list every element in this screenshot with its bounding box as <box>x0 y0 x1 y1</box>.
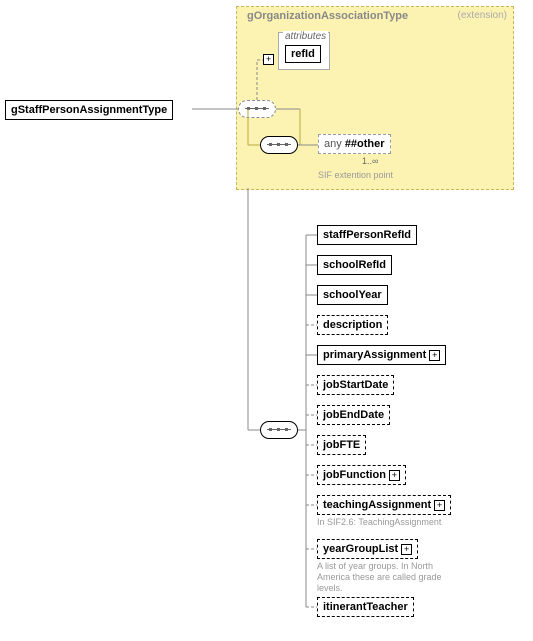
element-schoolYear: schoolYear <box>317 285 388 305</box>
root-type-label: gStaffPersonAssignmentType <box>11 104 167 116</box>
element-label: teachingAssignment <box>323 499 431 511</box>
element-label: schoolYear <box>323 289 382 301</box>
element-jobFunction: jobFunction+ <box>317 465 406 485</box>
element-jobStartDate: jobStartDate <box>317 375 394 395</box>
element-jobEndDate: jobEndDate <box>317 405 390 425</box>
element-schoolRefId: schoolRefId <box>317 255 392 275</box>
element-primaryAssignment: primaryAssignment+ <box>317 345 446 365</box>
attr-refid: refId <box>285 45 321 63</box>
element-label: description <box>323 319 382 331</box>
attributes-expand[interactable]: + <box>263 54 274 65</box>
element-label: itinerantTeacher <box>323 601 408 613</box>
any-ns: ##other <box>345 138 385 150</box>
seq-children <box>260 421 298 439</box>
any-note: SIF extention point <box>318 170 393 181</box>
extension-title: gOrganizationAssociationType <box>247 10 408 22</box>
seq-root <box>238 100 276 118</box>
element-label: jobFunction <box>323 469 386 481</box>
element-description: description <box>317 315 388 335</box>
seq-ext <box>260 136 298 154</box>
element-yearGroupList: yearGroupList+ <box>317 539 418 559</box>
element-label: schoolRefId <box>323 259 386 271</box>
extension-kind: (extension) <box>458 10 507 21</box>
element-staffPersonRefId: staffPersonRefId <box>317 225 417 245</box>
root-type: gStaffPersonAssignmentType <box>5 100 173 120</box>
attributes-label: attributes <box>283 31 328 42</box>
element-label: jobStartDate <box>323 379 388 391</box>
expand-icon[interactable]: + <box>401 544 412 555</box>
any-element: any ##other <box>318 134 391 154</box>
element-note: In SIF2.6: TeachingAssignment <box>317 517 467 528</box>
element-label: staffPersonRefId <box>323 229 411 241</box>
element-teachingAssignment: teachingAssignment+ <box>317 495 451 515</box>
element-label: jobFTE <box>323 439 360 451</box>
element-label: yearGroupList <box>323 543 398 555</box>
expand-icon[interactable]: + <box>429 350 440 361</box>
element-label: primaryAssignment <box>323 349 426 361</box>
element-label: jobEndDate <box>323 409 384 421</box>
attributes-box: attributes refId <box>278 32 330 70</box>
element-jobFTE: jobFTE <box>317 435 366 455</box>
element-note: A list of year groups. In North America … <box>317 561 467 594</box>
any-prefix: any <box>324 138 342 150</box>
any-cardinality: 1..∞ <box>362 156 378 166</box>
expand-icon[interactable]: + <box>434 500 445 511</box>
expand-icon[interactable]: + <box>389 470 400 481</box>
element-itinerantTeacher: itinerantTeacher <box>317 597 414 617</box>
